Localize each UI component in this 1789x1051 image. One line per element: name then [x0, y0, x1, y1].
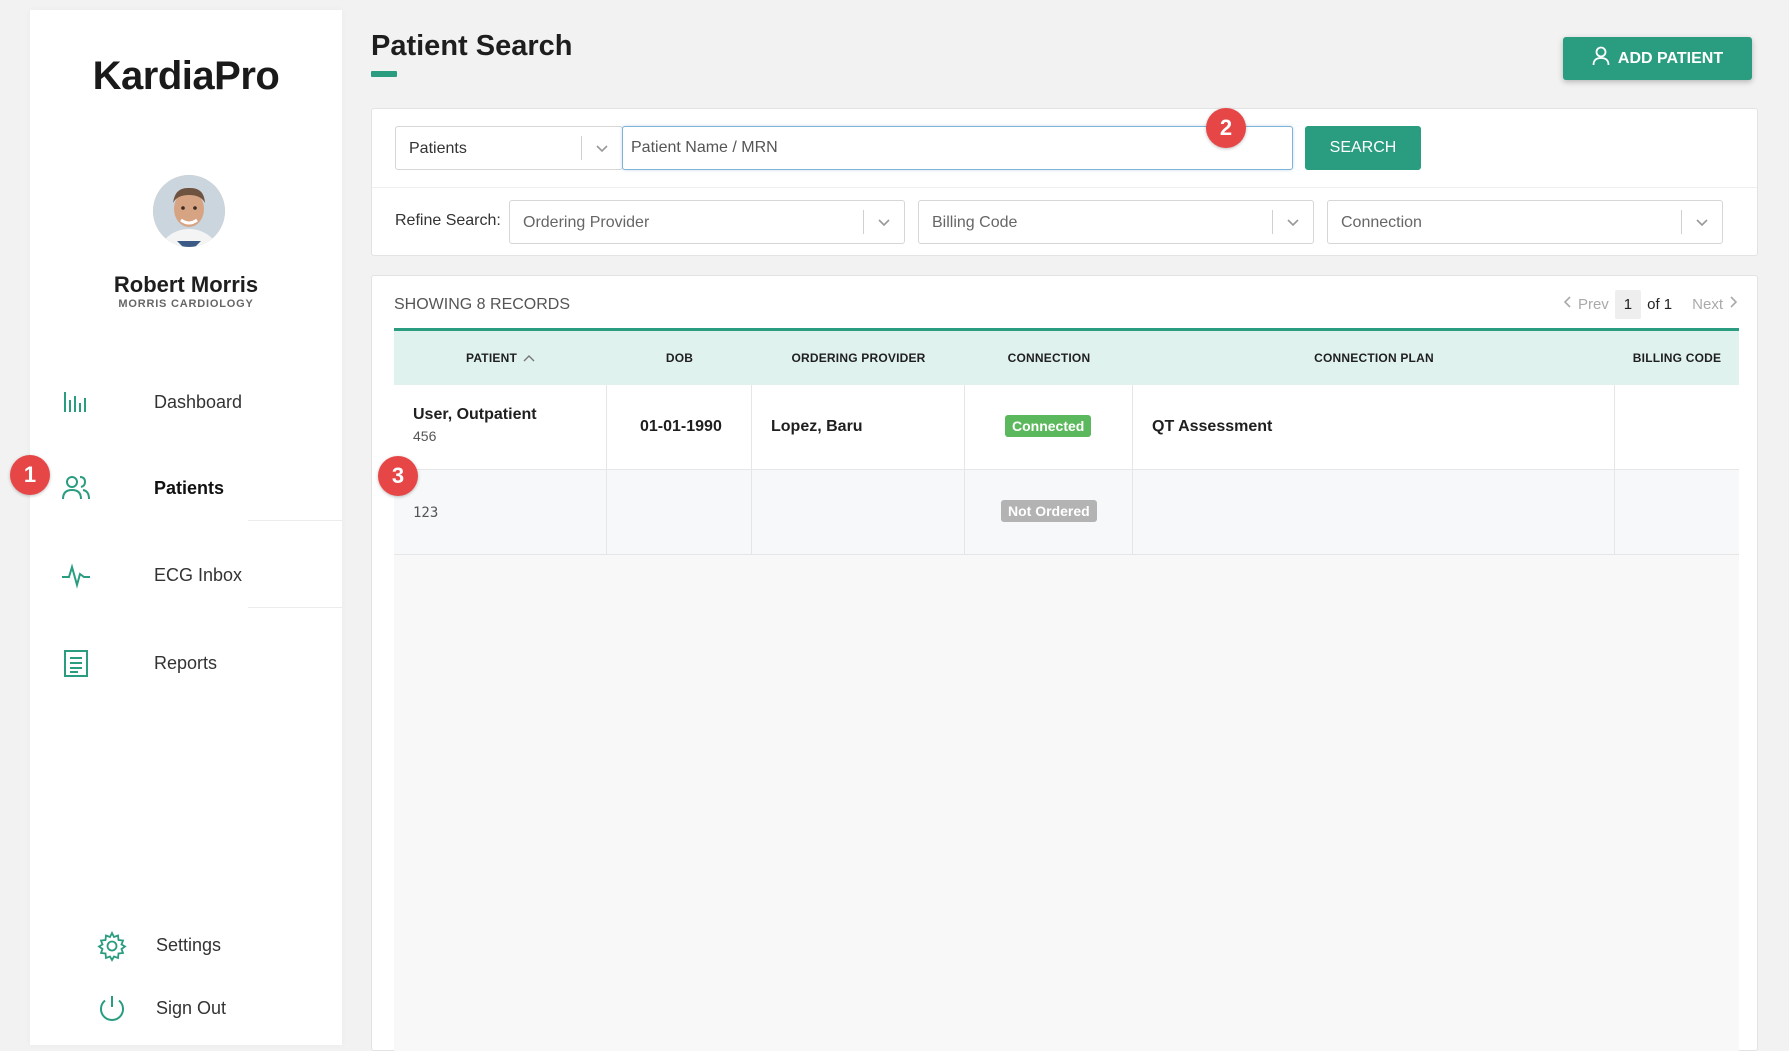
- select-placeholder: Ordering Provider: [523, 214, 650, 231]
- cell-billing: [1615, 470, 1739, 555]
- callout-marker-1: 1: [10, 455, 50, 495]
- patient-mrn: 456: [413, 428, 437, 444]
- sidebar-item-label: Patients: [154, 477, 225, 498]
- column-header-dob[interactable]: DOB: [607, 331, 752, 385]
- add-patient-button[interactable]: ADD PATIENT: [1563, 37, 1752, 80]
- sort-ascending-icon: [523, 351, 535, 365]
- select-placeholder: Connection: [1341, 214, 1422, 231]
- sign-out-button[interactable]: Sign Out: [30, 984, 342, 1034]
- chevron-down-icon: [1285, 214, 1301, 230]
- ordering-provider-select[interactable]: Ordering Provider: [509, 200, 905, 244]
- callout-marker-2: 2: [1206, 108, 1246, 148]
- next-label: Next: [1692, 295, 1723, 313]
- prev-page-button[interactable]: Prev: [1562, 295, 1609, 313]
- table-header: PATIENT DOB ORDERING PROVIDER CONNECTION…: [394, 328, 1739, 385]
- records-count: SHOWING 8 RECORDS: [394, 296, 571, 313]
- app-logo: KardiaPro: [92, 54, 280, 98]
- status-badge: Not Ordered: [1001, 500, 1097, 522]
- sidebar-item-dashboard[interactable]: Dashboard: [30, 362, 342, 442]
- sign-out-label: Sign Out: [156, 998, 227, 1018]
- chevron-right-icon: [1729, 295, 1739, 313]
- settings-button[interactable]: Settings: [30, 921, 342, 971]
- connection-select[interactable]: Connection: [1327, 200, 1723, 244]
- document-icon: [60, 647, 92, 679]
- bar-chart-icon: [60, 386, 92, 418]
- provider-value: Lopez, Baru: [771, 418, 863, 435]
- user-name: Robert Morris: [113, 272, 259, 297]
- column-header-billing-code[interactable]: BILLING CODE: [1615, 331, 1739, 385]
- users-icon: [60, 472, 92, 504]
- plan-value: QT Assessment: [1152, 418, 1273, 435]
- user-icon: [1592, 46, 1610, 71]
- cell-plan: [1133, 470, 1615, 555]
- ecg-pulse-icon: [60, 559, 92, 591]
- cell-connection: Not Ordered: [965, 470, 1133, 555]
- cell-patient: User, Outpatient 456: [394, 385, 607, 470]
- cell-provider: [752, 470, 965, 555]
- column-header-patient[interactable]: PATIENT: [394, 331, 607, 385]
- patient-mrn: 123: [413, 505, 439, 521]
- refine-search-label: Refine Search:: [395, 212, 501, 229]
- search-panel: Patients SEARCH Refine Search: Ordering …: [371, 108, 1758, 256]
- search-input[interactable]: [622, 126, 1293, 170]
- nav-divider: [248, 607, 342, 608]
- select-separator: [863, 210, 864, 234]
- sidebar-item-reports[interactable]: Reports: [30, 623, 342, 703]
- avatar: [153, 175, 225, 247]
- results-panel: SHOWING 8 RECORDS Prev 1 of 1 Next PATIE…: [371, 275, 1758, 1051]
- select-placeholder: Billing Code: [932, 214, 1018, 231]
- cell-dob: [607, 470, 752, 555]
- page-total: of 1: [1647, 295, 1673, 313]
- sidebar-item-label: Dashboard: [154, 391, 243, 412]
- sidebar-item-label: ECG Inbox: [154, 564, 243, 585]
- table-row[interactable]: User, Outpatient 456 01-01-1990 Lopez, B…: [394, 385, 1739, 470]
- column-header-ordering-provider[interactable]: ORDERING PROVIDER: [752, 331, 965, 385]
- sidebar-item-label: Reports: [154, 652, 218, 673]
- select-separator: [581, 136, 582, 160]
- cell-plan: QT Assessment: [1133, 385, 1615, 470]
- cell-billing: [1615, 385, 1739, 470]
- table-row[interactable]: 123 Not Ordered: [394, 470, 1739, 555]
- dob-value: 01-01-1990: [640, 418, 722, 435]
- user-organization: MORRIS CARDIOLOGY: [118, 298, 254, 310]
- select-separator: [1272, 210, 1273, 234]
- patients-table: PATIENT DOB ORDERING PROVIDER CONNECTION…: [394, 328, 1739, 1051]
- next-page-button[interactable]: Next: [1692, 295, 1739, 313]
- current-page[interactable]: 1: [1614, 289, 1642, 319]
- cell-patient: 123: [394, 470, 607, 555]
- search-scope-select[interactable]: Patients: [395, 126, 623, 170]
- sidebar-item-patients[interactable]: Patients: [30, 448, 342, 528]
- search-button[interactable]: SEARCH: [1305, 126, 1421, 170]
- patient-name: User, Outpatient: [413, 406, 537, 423]
- cell-dob: 01-01-1990: [607, 385, 752, 470]
- cell-provider: Lopez, Baru: [752, 385, 965, 470]
- divider: [372, 187, 1757, 188]
- select-separator: [1681, 210, 1682, 234]
- settings-label: Settings: [156, 935, 222, 955]
- chevron-down-icon: [594, 140, 610, 156]
- chevron-down-icon: [1694, 214, 1710, 230]
- cell-connection: Connected: [965, 385, 1133, 470]
- column-header-connection[interactable]: CONNECTION: [965, 331, 1133, 385]
- column-header-connection-plan[interactable]: CONNECTION PLAN: [1133, 331, 1615, 385]
- pagination: Prev 1 of 1 Next: [1562, 288, 1739, 320]
- page-title: Patient Search: [371, 30, 573, 62]
- sidebar: KardiaPro Robert Morris MORRIS CARDIOLOG…: [30, 10, 342, 1045]
- prev-label: Prev: [1577, 295, 1609, 313]
- nav-divider: [248, 520, 342, 521]
- billing-code-select[interactable]: Billing Code: [918, 200, 1314, 244]
- search-scope-value: Patients: [409, 140, 467, 157]
- status-badge: Connected: [1005, 415, 1092, 437]
- add-patient-label: ADD PATIENT: [1617, 49, 1724, 67]
- chevron-down-icon: [876, 214, 892, 230]
- gear-icon: [96, 930, 128, 962]
- power-icon: [96, 993, 128, 1025]
- chevron-left-icon: [1562, 295, 1572, 313]
- title-underline: [371, 71, 397, 77]
- sidebar-item-ecg-inbox[interactable]: ECG Inbox: [30, 535, 342, 615]
- column-label: PATIENT: [466, 351, 517, 365]
- callout-marker-3: 3: [378, 456, 418, 496]
